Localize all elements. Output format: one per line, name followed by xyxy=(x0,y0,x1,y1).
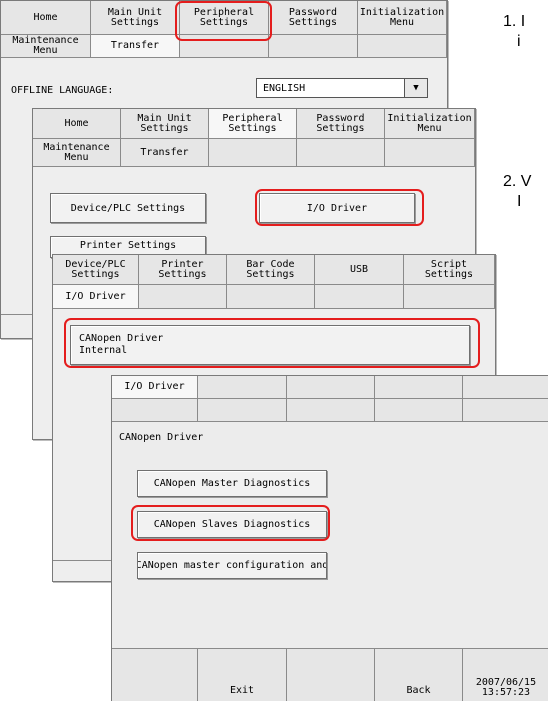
tab-io-driver[interactable]: I/O Driver xyxy=(53,285,139,309)
tab-empty xyxy=(315,285,404,309)
tab-peripheral-settings[interactable]: Peripheral Settings xyxy=(209,109,297,139)
tab-empty xyxy=(385,139,475,167)
tab-empty xyxy=(404,285,495,309)
tab-empty xyxy=(375,376,463,399)
io-driver-button[interactable]: I/O Driver xyxy=(259,193,415,223)
tab-maintenance-menu[interactable]: Maintenance Menu xyxy=(33,139,121,167)
canopen-slaves-diagnostics-button[interactable]: CANopen Slaves Diagnostics xyxy=(137,511,327,538)
tab-empty xyxy=(209,139,297,167)
canopen-master-configuration-button[interactable]: CANopen master configuration and xyxy=(137,552,327,579)
tab-empty xyxy=(287,399,375,422)
exit-button[interactable]: Exit xyxy=(198,648,287,701)
footer-empty xyxy=(112,648,198,701)
tab-password-settings[interactable]: Password Settings xyxy=(269,1,358,35)
tab-device-plc-settings[interactable]: Device/PLC Settings xyxy=(53,255,139,285)
tab-printer-settings[interactable]: Printer Settings xyxy=(139,255,227,285)
offline-language-select[interactable]: ENGLISH ▼ xyxy=(256,78,428,98)
canopen-driver-section-label: CANopen Driver xyxy=(119,432,204,443)
device-plc-settings-button[interactable]: Device/PLC Settings xyxy=(50,193,206,223)
offline-language-label: OFFLINE LANGUAGE: xyxy=(11,85,114,96)
tab-initialization-menu[interactable]: Initialization Menu xyxy=(358,1,447,35)
chevron-down-icon[interactable]: ▼ xyxy=(404,79,427,97)
tab-password-settings[interactable]: Password Settings xyxy=(297,109,385,139)
step-2-text-cont: I xyxy=(517,193,522,210)
canopen-master-diagnostics-button[interactable]: CANopen Master Diagnostics xyxy=(137,470,327,497)
tab-empty xyxy=(375,399,463,422)
canopen-driver-label: CANopen Driver xyxy=(79,333,164,344)
tab-empty xyxy=(180,35,269,58)
time-text: 13:57:23 xyxy=(481,687,531,698)
step-1-text-cont: i xyxy=(517,33,521,50)
tab-empty xyxy=(297,139,385,167)
tab-empty xyxy=(198,399,287,422)
tab-empty xyxy=(358,35,447,58)
canopen-driver-internal-button[interactable]: CANopen Driver Internal xyxy=(70,325,470,365)
back-button[interactable]: Back xyxy=(375,648,463,701)
tab-empty xyxy=(269,35,358,58)
tab-empty xyxy=(463,399,548,422)
footer-empty xyxy=(287,648,375,701)
offline-language-value: ENGLISH xyxy=(263,82,306,94)
step-1-text: 1. I xyxy=(503,13,526,30)
tab-empty xyxy=(463,376,548,399)
tab-empty xyxy=(139,285,227,309)
tab-bar-code-settings[interactable]: Bar Code Settings xyxy=(227,255,315,285)
canopen-driver-sublabel: Internal xyxy=(79,345,128,356)
tab-peripheral-settings[interactable]: Peripheral Settings xyxy=(180,1,269,35)
tab-usb[interactable]: USB xyxy=(315,255,404,285)
tab-home[interactable]: Home xyxy=(1,1,91,35)
tab-empty xyxy=(227,285,315,309)
tab-home[interactable]: Home xyxy=(33,109,121,139)
tab-maintenance-menu[interactable]: Maintenance Menu xyxy=(1,35,91,58)
tab-transfer[interactable]: Transfer xyxy=(91,35,180,58)
step-2-text: 2. V xyxy=(503,173,532,190)
tab-main-unit-settings[interactable]: Main Unit Settings xyxy=(91,1,180,35)
tab-empty xyxy=(112,399,198,422)
tab-empty xyxy=(198,376,287,399)
tab-transfer[interactable]: Transfer xyxy=(121,139,209,167)
tab-script-settings[interactable]: Script Settings xyxy=(404,255,495,285)
tab-main-unit-settings[interactable]: Main Unit Settings xyxy=(121,109,209,139)
tab-io-driver[interactable]: I/O Driver xyxy=(112,376,198,399)
screen-canopen-driver: I/O Driver CANopen Driver CANopen Master… xyxy=(111,375,548,701)
date-time-display: 2007/06/15 13:57:23 xyxy=(463,648,548,701)
tab-empty xyxy=(287,376,375,399)
tab-initialization-menu[interactable]: Initialization Menu xyxy=(385,109,475,139)
